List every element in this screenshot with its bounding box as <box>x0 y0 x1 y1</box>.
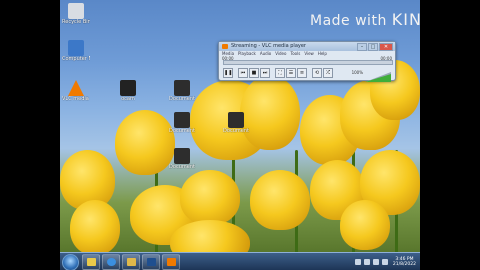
file-icon <box>174 148 190 164</box>
explorer-icon <box>86 258 96 266</box>
loop-button[interactable]: ⟲ <box>312 68 322 78</box>
tulip <box>115 110 175 175</box>
random-button[interactable]: ⤮ <box>323 68 333 78</box>
menu-playback[interactable]: Playback <box>238 51 256 57</box>
window-title: Streaming - VLC media player <box>231 43 306 49</box>
tulip <box>250 170 310 230</box>
tulip <box>70 200 120 255</box>
menu-view[interactable]: View <box>304 51 314 57</box>
play-button[interactable]: ❚❚ <box>223 68 233 78</box>
taskbar-explorer-button[interactable] <box>82 254 100 270</box>
tulip <box>340 200 390 250</box>
desktop-icon-label: Document <box>169 128 195 134</box>
taskbar-folder-button[interactable] <box>122 254 140 270</box>
desktop-icon-label: ocam <box>121 96 135 102</box>
vlc-cone-icon <box>68 80 84 96</box>
tray-up-arrow-icon[interactable] <box>354 258 361 265</box>
desktop-icon-file[interactable]: Document <box>168 148 196 170</box>
tray-flag-icon[interactable] <box>363 258 370 265</box>
desktop-icon-label: VLC media player <box>62 96 90 102</box>
desktop-icon-network[interactable]: Computer Network <box>62 40 90 62</box>
system-tray: 3:46 PM 21/8/2022 <box>354 254 416 269</box>
desktop-icon-file[interactable]: Document <box>168 80 196 102</box>
maximize-button[interactable]: □ <box>368 43 378 51</box>
clock-time: 3:46 PM <box>395 256 414 262</box>
vlc-cone-icon <box>166 258 176 266</box>
tray-volume-icon[interactable] <box>381 258 388 265</box>
vlc-player-window[interactable]: Streaming - VLC media player – □ ✕ Media… <box>218 41 396 82</box>
desktop-icon-label: Document <box>223 128 249 134</box>
watermark: Made with KINEMASTER <box>310 10 420 29</box>
internet-explorer-icon <box>106 258 116 266</box>
desktop-icon-ocam[interactable]: ocam <box>114 80 142 102</box>
folder-icon <box>126 258 136 266</box>
playback-controls: ❚❚ ⏮ ■ ⏭ ⛶ ☰ ≡ ⟲ ⤮ <box>223 68 333 78</box>
desktop-icon-label: Document <box>169 96 195 102</box>
extended-settings-button[interactable]: ≡ <box>297 68 307 78</box>
file-icon <box>174 80 190 96</box>
menu-help[interactable]: Help <box>318 51 327 57</box>
desktop: Made with KINEMASTER Recycle Bin Compute… <box>60 0 420 270</box>
seek-bar[interactable] <box>223 60 393 65</box>
previous-button[interactable]: ⏮ <box>238 68 248 78</box>
volume-slider[interactable] <box>365 67 391 82</box>
desktop-icon-label: Computer Network <box>62 56 90 62</box>
next-button[interactable]: ⏭ <box>260 68 270 78</box>
close-button[interactable]: ✕ <box>379 43 393 51</box>
ocam-icon <box>120 80 136 96</box>
tulip <box>180 170 240 225</box>
menu-audio[interactable]: Audio <box>260 51 271 57</box>
taskbar: 3:46 PM 21/8/2022 <box>60 252 420 270</box>
stop-button[interactable]: ■ <box>249 68 259 78</box>
taskbar-photoshop-button[interactable] <box>142 254 160 270</box>
watermark-prefix: Made with <box>310 13 387 29</box>
desktop-icon-recycle-bin[interactable]: Recycle Bin <box>62 3 90 25</box>
menu-tools[interactable]: Tools <box>290 51 300 57</box>
clock[interactable]: 3:46 PM 21/8/2022 <box>393 257 416 267</box>
file-icon <box>228 112 244 128</box>
taskbar-ie-button[interactable] <box>102 254 120 270</box>
desktop-icon-file[interactable]: Document <box>168 112 196 134</box>
file-icon <box>174 112 190 128</box>
recycle-bin-icon <box>68 3 84 19</box>
tray-network-icon[interactable] <box>372 258 379 265</box>
playlist-button[interactable]: ☰ <box>286 68 296 78</box>
clock-date: 21/8/2022 <box>392 261 416 267</box>
watermark-brand: KINEMASTER <box>391 10 420 29</box>
minimize-button[interactable]: – <box>357 43 367 51</box>
taskbar-vlc-button[interactable] <box>162 254 180 270</box>
photoshop-icon <box>146 258 156 266</box>
desktop-icon-vlc[interactable]: VLC media player <box>62 80 90 102</box>
menu-video[interactable]: Video <box>275 51 286 57</box>
vlc-cone-icon <box>222 44 228 49</box>
volume-percent: 100% <box>351 70 363 75</box>
desktop-icon-file[interactable]: Document <box>222 112 250 134</box>
start-button[interactable] <box>62 254 79 270</box>
desktop-icon-label: Recycle Bin <box>62 19 90 25</box>
window-titlebar[interactable]: Streaming - VLC media player – □ ✕ <box>219 42 395 51</box>
window-controls: – □ ✕ <box>357 43 393 51</box>
desktop-icon-label: Document <box>169 164 195 170</box>
computer-icon <box>68 40 84 56</box>
menu-bar: Media Playback Audio Video Tools View He… <box>219 51 395 57</box>
fullscreen-button[interactable]: ⛶ <box>275 68 285 78</box>
